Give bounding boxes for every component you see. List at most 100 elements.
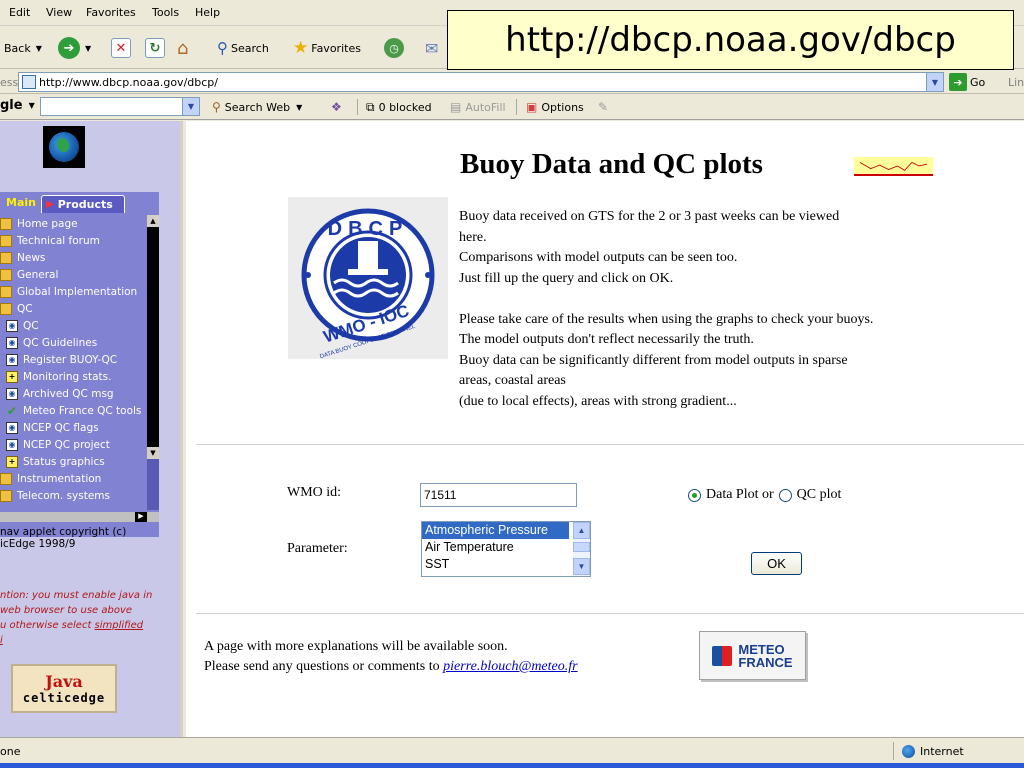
nav-item[interactable]: General [0,266,147,283]
doc-icon: ◉ [6,387,18,400]
favorites-label: Favorites [311,41,361,55]
intro-line: Buoy data can be significantly different… [459,352,848,368]
intro-line: Please take care of the results when usi… [459,311,874,327]
parameter-listbox[interactable]: Atmospheric Pressure Air Temperature SST… [421,521,591,577]
nav-item[interactable]: News [0,249,147,266]
nav-item[interactable]: Instrumentation [0,470,147,487]
chevron-down-icon: ▼ [28,101,35,110]
menu-view[interactable]: View [46,6,72,19]
scroll-up-icon[interactable]: ▲ [573,522,590,539]
nav-item-label: Telecom. systems [17,489,110,502]
nav-item[interactable]: Telecom. systems [0,487,147,504]
scroll-down-icon[interactable]: ▼ [573,558,590,575]
menu-tools[interactable]: Tools [152,6,179,19]
autofill-button[interactable]: ▤ AutoFill [450,100,506,114]
parameter-option[interactable]: Atmospheric Pressure [422,522,569,539]
intro-line [459,289,959,310]
nav-item[interactable]: ◉ QC Guidelines [0,334,147,351]
search-icon: ⚲ [217,39,228,57]
refresh-button[interactable]: ↻ [145,37,165,59]
parameter-option[interactable]: SST [422,556,590,573]
chevron-down-icon[interactable]: ▼ [182,98,199,115]
binoculars-icon: ⚲ [212,100,221,114]
nav-item[interactable]: + Status graphics [0,453,147,470]
nav-item[interactable]: + Monitoring stats. [0,368,147,385]
wmo-id-input[interactable] [420,483,577,507]
search-web-button[interactable]: ⚲ Search Web ▼ [212,100,302,114]
popup-blocker-button[interactable]: ⧉ 0 blocked [366,100,432,115]
tab-products[interactable]: ▶ Products [41,195,125,213]
back-label: Back [4,41,31,55]
nav-item[interactable]: Technical forum [0,232,147,249]
parameter-option[interactable]: Air Temperature [422,539,590,556]
menu-edit[interactable]: Edit [9,6,30,19]
nav-item[interactable]: ◉ NCEP QC flags [0,419,147,436]
simplified-link-cont[interactable]: i [0,635,3,646]
qc-plot-radio[interactable] [778,488,792,502]
nav-item[interactable]: QC [0,300,147,317]
footer-line-2: Please send any questions or comments to… [204,657,578,677]
chevron-down-icon: ▼ [296,102,303,112]
favorites-button[interactable]: ★ Favorites [293,37,361,59]
options-button[interactable]: ▣ Options [526,100,584,114]
scroll-down-icon[interactable]: ▼ [147,447,159,459]
ok-button[interactable]: OK [751,552,802,575]
go-button[interactable]: ➔ Go [949,73,985,91]
search-button[interactable]: ⚲ Search [217,37,269,59]
meteo-france-logo[interactable]: METEO FRANCE [699,631,806,680]
intro-line: Just fill up the query and click on OK. [459,270,674,286]
tab-main[interactable]: Main [0,194,38,212]
stop-icon: ✕ [111,38,131,58]
news-button[interactable]: ❖ [331,100,342,114]
nav-item-label: News [17,251,46,264]
chevron-down-icon[interactable]: ▼ [36,44,42,53]
address-url[interactable]: http://www.dbcp.noaa.gov/dbcp/ [39,76,218,89]
go-label: Go [970,75,986,89]
nav-item[interactable]: ◉ Archived QC msg [0,385,147,402]
nav-horizontal-scrollbar[interactable]: ▶ [0,512,159,522]
folder-icon [0,489,12,502]
applet-copyright: nav applet copyright (c) icEdge 1998/9 [0,526,159,550]
scroll-right-icon[interactable]: ▶ [135,512,147,522]
java-applets-badge[interactable]: Java celticedge [11,664,117,713]
back-button[interactable]: Back ▼ [4,37,42,59]
scroll-thumb[interactable] [147,227,159,447]
popup-blocker-icon: ⧉ [366,100,375,114]
google-search-input[interactable]: ▼ [40,97,200,116]
menu-help[interactable]: Help [195,6,220,19]
forward-button[interactable]: ➔ ▼ [58,37,91,59]
chevron-down-icon[interactable]: ▼ [85,44,91,53]
nav-item[interactable]: ✔ Meteo France QC tools [0,402,147,419]
nav-item[interactable]: Global Implementation [0,283,147,300]
mail-button[interactable]: ✉ [425,37,438,59]
plot-type-radio-group: Data Plot or QC plot [688,487,841,503]
page-icon [22,75,36,89]
scroll-up-icon[interactable]: ▲ [147,215,159,227]
email-link[interactable]: pierre.blouch@meteo.fr [443,659,577,674]
parameter-label: Parameter: [287,541,348,556]
scroll-thumb[interactable] [573,542,590,552]
address-input[interactable]: http://www.dbcp.noaa.gov/dbcp/ ▼ [18,72,944,92]
nav-vertical-scrollbar[interactable]: ▲ ▼ [147,215,159,510]
home-button[interactable]: ⌂ [177,37,188,59]
mail-icon: ✉ [425,38,439,58]
nav-item[interactable]: ◉ QC [0,317,147,334]
nav-item[interactable]: Home page [0,215,147,232]
search-label: Search [231,41,269,55]
highlighter-button[interactable]: ✎ [598,100,608,114]
plus-icon: + [6,455,18,468]
chevron-down-icon[interactable]: ▼ [926,73,943,91]
history-button[interactable]: ◷ [384,37,404,59]
simplified-link[interactable]: simplified [95,620,144,631]
nav-item[interactable]: ◉ Register BUOY-QC [0,351,147,368]
stop-button[interactable]: ✕ [111,37,131,59]
links-label[interactable]: Lin [1008,76,1024,89]
data-plot-label: Data Plot or [706,487,774,502]
nav-item[interactable]: ◉ NCEP QC project [0,436,147,453]
menu-favorites[interactable]: Favorites [86,6,136,19]
google-toolbar: gle ▼ ▼ ⚲ Search Web ▼ ❖ ⧉ 0 blocked ▤ A… [0,95,1024,120]
data-plot-radio[interactable] [688,488,701,502]
google-brand[interactable]: gle ▼ [0,98,35,113]
listbox-scrollbar[interactable]: ▲ ▼ [573,522,590,576]
intro-line: Buoy data received on GTS for the 2 or 3… [459,209,840,224]
